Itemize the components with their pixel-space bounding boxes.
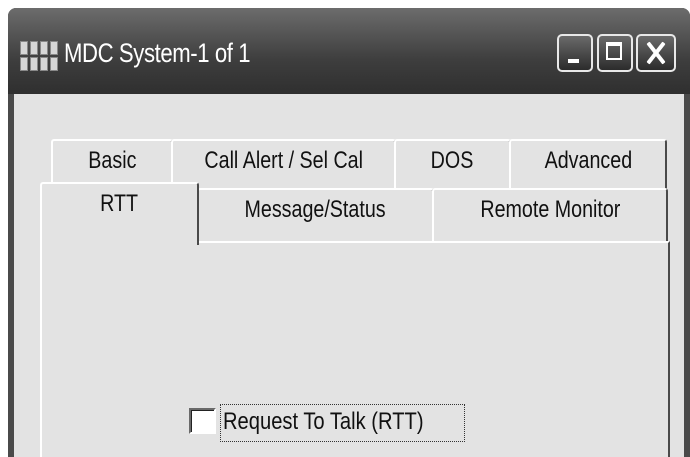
tab-message-status[interactable]: Message/Status <box>197 188 434 243</box>
mdc-system-window: MDC System-1 of 1 Basic Call Alert / Sel… <box>8 8 690 457</box>
tab-remote-monitor-label: Remote Monitor <box>479 196 620 223</box>
tab-basic-label: Basic <box>87 147 137 174</box>
rtt-checkbox[interactable] <box>189 408 216 434</box>
tab-advanced[interactable]: Advanced <box>509 139 667 189</box>
close-button[interactable] <box>636 34 676 72</box>
maximize-button[interactable] <box>597 34 633 72</box>
tab-dos[interactable]: DOS <box>394 139 511 189</box>
tab-dos-label: DOS <box>431 147 474 174</box>
tab-rtt-label: RTT <box>100 190 139 217</box>
tab-remote-monitor[interactable]: Remote Monitor <box>432 188 668 243</box>
rtt-checkbox-label[interactable]: Request To Talk (RTT) <box>220 404 465 442</box>
dialog-client-area: Basic Call Alert / Sel Cal DOS Advanced … <box>14 94 684 457</box>
tab-message-status-label: Message/Status <box>244 196 387 223</box>
app-icon <box>20 41 58 71</box>
rtt-checkbox-text: Request To Talk (RTT) <box>223 408 424 435</box>
tab-rtt[interactable]: RTT <box>40 182 199 245</box>
window-title: MDC System-1 of 1 <box>64 38 251 68</box>
minimize-button[interactable] <box>557 34 593 72</box>
tab-call-alert-sel-cal[interactable]: Call Alert / Sel Cal <box>171 139 396 189</box>
title-bar[interactable]: MDC System-1 of 1 <box>8 8 690 94</box>
tab-advanced-label: Advanced <box>544 147 632 174</box>
tab-call-alert-label: Call Alert / Sel Cal <box>204 147 363 174</box>
